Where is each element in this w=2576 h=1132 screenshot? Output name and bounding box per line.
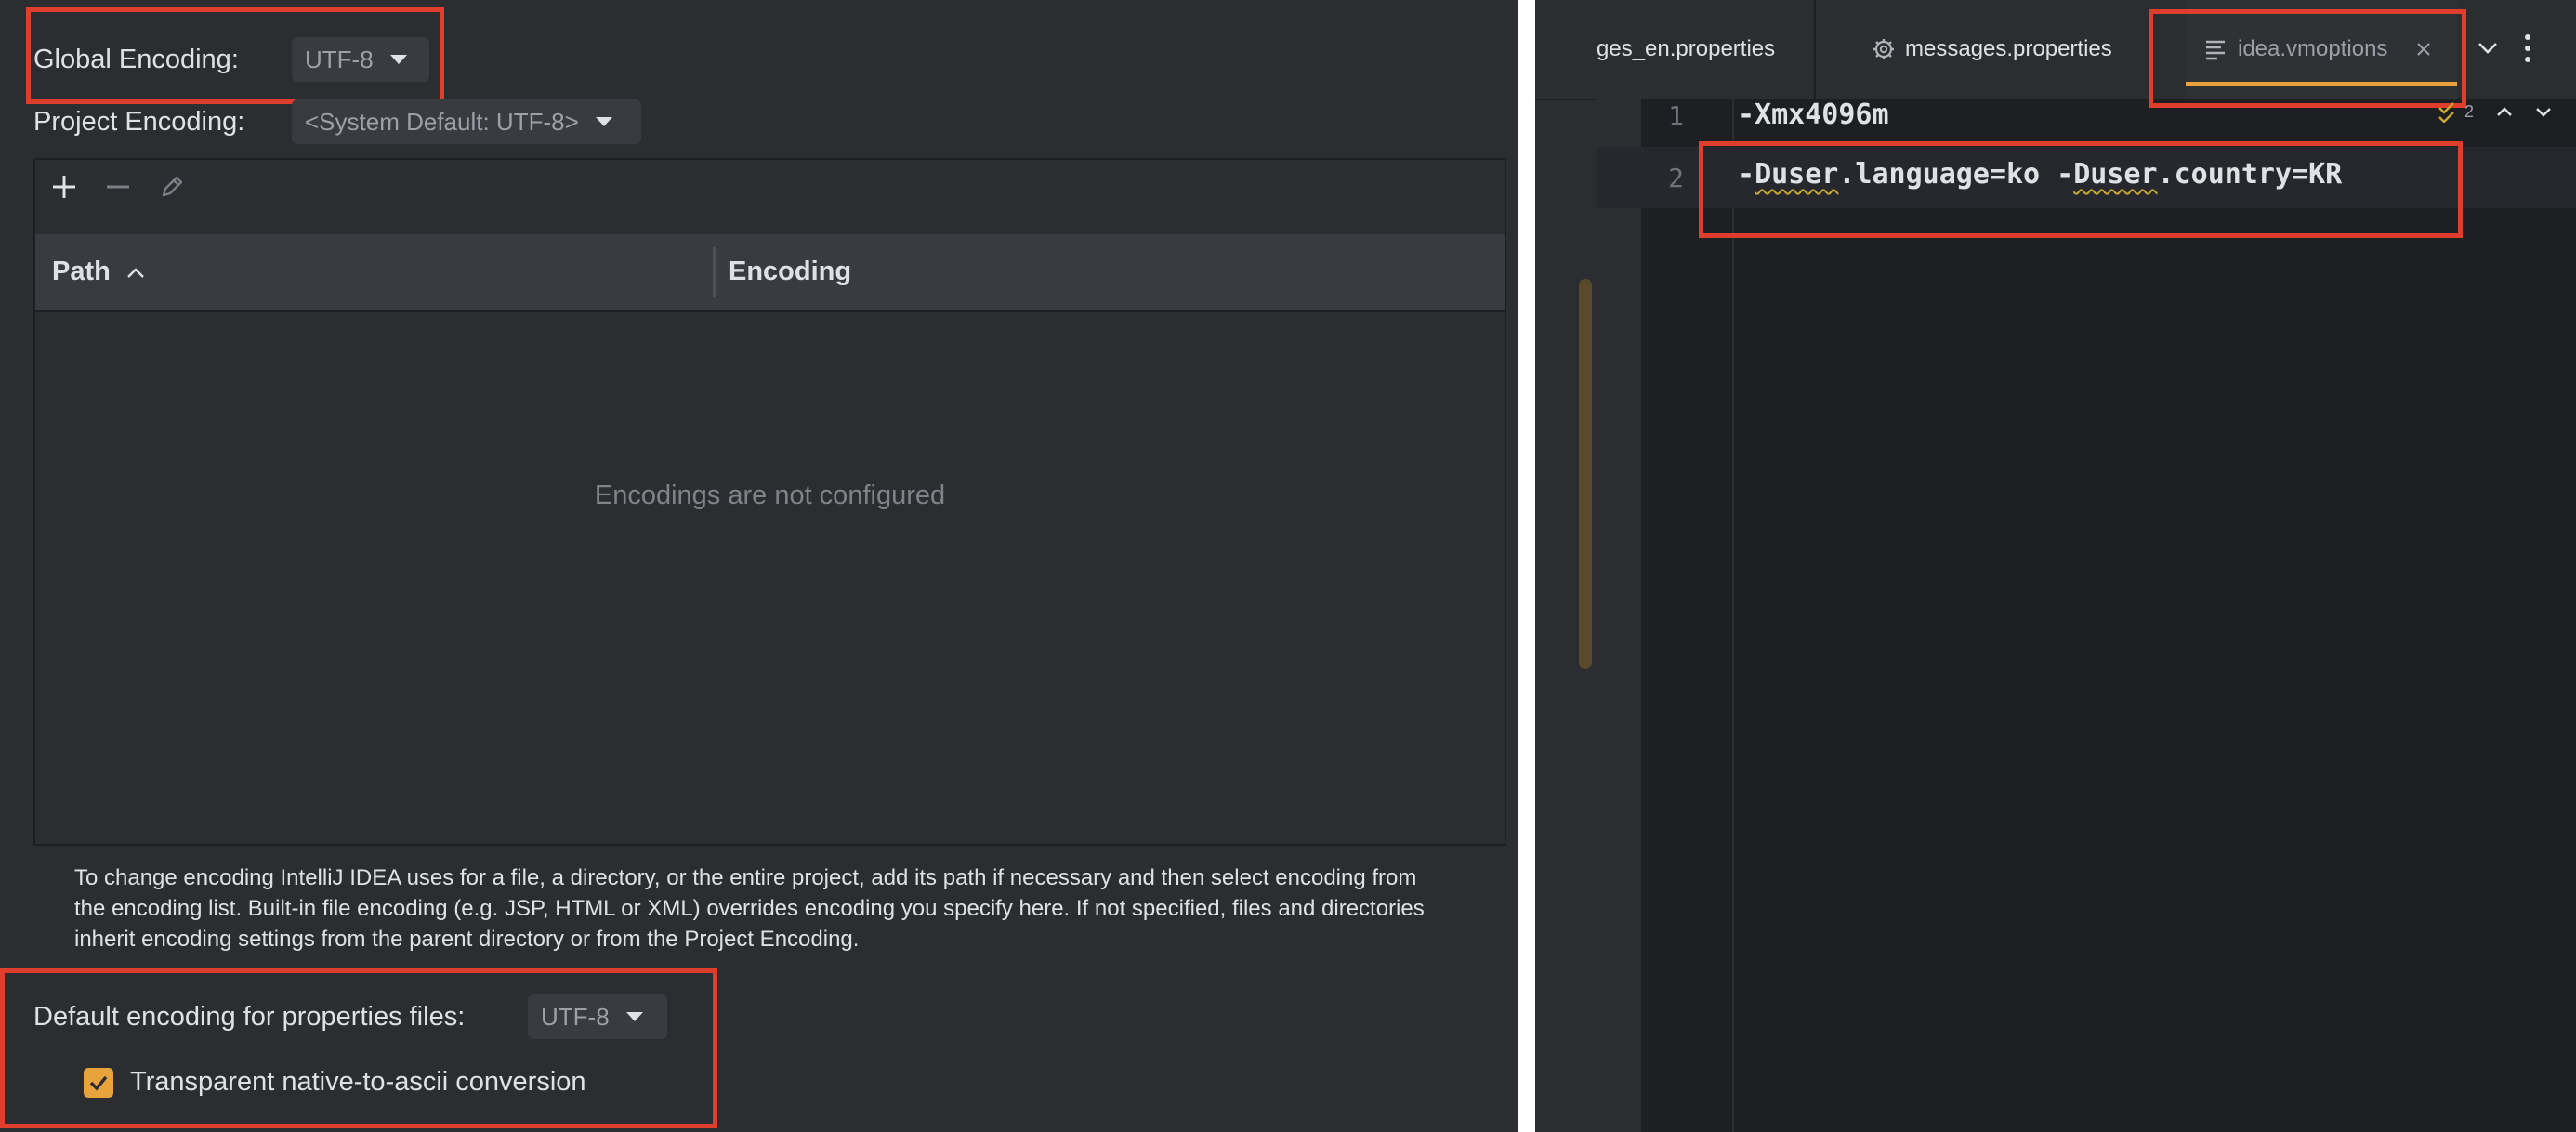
tab-messages-en-properties[interactable]: ges_en.properties [1597,0,1792,99]
highlight-code-line-2 [1699,141,2463,238]
add-icon[interactable] [48,171,80,203]
properties-encoding-value: UTF-8 [541,1002,610,1031]
tab-divider [1814,0,1816,99]
native-to-ascii-checkbox-row[interactable]: Transparent native-to-ascii conversion [84,1067,586,1098]
path-encoding-table: Path Encoding Encodings are not configur… [33,158,1506,846]
table-empty-text: Encodings are not configured [594,480,946,510]
global-encoding-value: UTF-8 [305,45,374,73]
chevron-down-icon [389,55,407,64]
code-line-1[interactable]: -Xmx4096m [1738,99,1889,131]
global-encoding-dropdown[interactable]: UTF-8 [292,37,429,82]
highlight-properties-encoding [0,968,717,1128]
panel-separator [1518,0,1535,1132]
native-to-ascii-label: Transparent native-to-ascii conversion [130,1067,586,1097]
native-to-ascii-checkbox[interactable] [84,1067,113,1098]
line-number-2: 2 [1668,163,1684,193]
properties-encoding-label: Default encoding for properties files: [33,1002,466,1032]
chevron-down-icon [595,117,612,126]
gear-icon [1873,39,1894,59]
inspection-count: 2 [2464,101,2475,121]
properties-encoding-dropdown[interactable]: UTF-8 [528,994,667,1039]
highlight-active-tab [2149,9,2466,108]
editor-tab-bar: ges_en.properties messages.properties id… [1535,0,2576,108]
edit-pencil-icon[interactable] [156,171,188,203]
remove-icon[interactable] [102,171,134,203]
global-encoding-label: Global Encoding: [33,45,239,74]
column-divider[interactable] [713,247,716,297]
tab-list-chevron-down-icon[interactable] [2476,37,2500,64]
chevron-down-icon [625,1012,643,1021]
editor-panel: ges_en.properties messages.properties id… [1535,0,2576,1132]
gutter-border [1732,99,1734,1132]
chevron-down-icon[interactable] [2533,103,2554,120]
sort-ascending-icon [126,267,144,278]
scrollbar-thumb[interactable] [1579,279,1592,669]
encoding-help-text: To change encoding IntelliJ IDEA uses fo… [74,865,1425,952]
more-options-icon[interactable] [2522,32,2533,70]
tab-messages-properties[interactable]: messages.properties [1872,0,2178,99]
project-encoding-label: Project Encoding: [33,107,245,137]
column-header-encoding[interactable]: Encoding [729,257,851,287]
table-toolbar [35,160,1518,214]
file-encodings-settings-panel: Global Encoding: UTF-8 Project Encoding:… [0,0,1518,1132]
project-encoding-value: <System Default: UTF-8> [305,107,579,136]
inspection-widget[interactable]: 2 [2437,100,2554,123]
table-header: Path Encoding [35,234,1505,312]
line-number-gutter [1597,99,1641,1132]
project-encoding-dropdown[interactable]: <System Default: UTF-8> [292,99,641,144]
line-number-1: 1 [1668,100,1684,131]
warning-check-icon [2438,102,2454,123]
chevron-up-icon[interactable] [2494,103,2515,120]
column-header-path[interactable]: Path [52,257,146,287]
checkmark-icon [89,1075,108,1091]
